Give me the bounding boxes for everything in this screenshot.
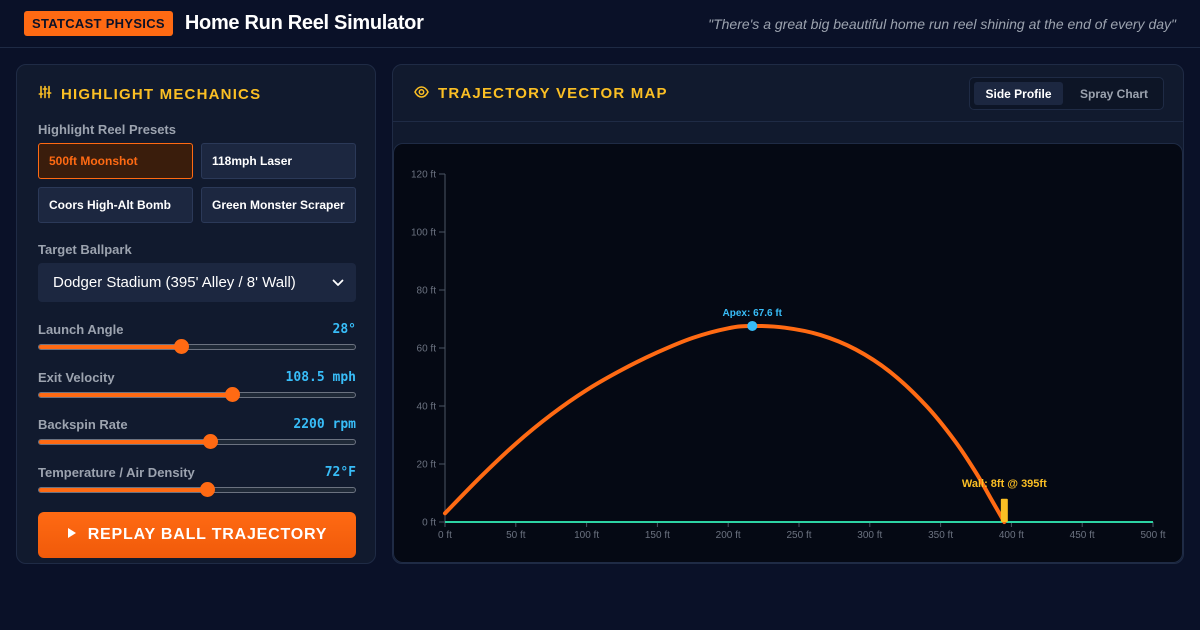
slider-track[interactable] [38,439,356,445]
apex-label: Apex: 67.6 ft [723,308,783,319]
slider-fill [39,488,207,492]
x-tick-label: 150 ft [645,530,670,541]
exit-velocity-slider: Exit Velocity 108.5 mph [38,370,356,410]
controls-panel: HIGHLIGHT MECHANICS Highlight Reel Prese… [16,64,376,564]
exit-velocity-label: Exit Velocity [38,370,115,385]
preset-500ft-moonshot[interactable]: 500ft Moonshot [38,143,193,179]
slider-track[interactable] [38,344,356,350]
launch-angle-value: 28° [332,322,356,337]
play-icon [67,526,77,544]
y-tick-label: 80 ft [417,286,437,297]
launch-angle-label: Launch Angle [38,322,124,337]
y-tick-label: 0 ft [422,518,436,529]
x-tick-label: 400 ft [999,530,1024,541]
x-tick-label: 200 ft [716,530,741,541]
y-tick-label: 100 ft [411,228,436,239]
tab-side-profile[interactable]: Side Profile [974,82,1063,105]
statcast-badge: STATCAST PHYSICS [24,11,173,36]
ballpark-select[interactable]: Dodger Stadium (395' Alley / 8' Wall) [38,263,356,302]
x-tick-label: 450 ft [1070,530,1095,541]
y-tick-label: 120 ft [411,170,436,181]
visualization-title: TRAJECTORY VECTOR MAP [414,85,668,102]
preset-118mph-laser[interactable]: 118mph Laser [201,143,356,179]
x-tick-label: 250 ft [786,530,811,541]
y-tick-label: 20 ft [417,460,437,471]
slider-track[interactable] [38,392,356,398]
outfield-wall [1000,498,1008,522]
slider-thumb[interactable] [224,387,240,402]
view-toggle: Side Profile Spray Chart [969,77,1164,110]
x-tick-label: 350 ft [928,530,953,541]
ballpark-selected-value: Dodger Stadium (395' Alley / 8' Wall) [53,274,296,291]
replay-trajectory-button[interactable]: REPLAY BALL TRAJECTORY [38,512,356,558]
x-tick-label: 100 ft [574,530,599,541]
temperature-slider: Temperature / Air Density 72°F [38,465,356,505]
ballpark-label: Target Ballpark [38,242,132,257]
eye-icon [414,85,438,102]
apex-point [747,320,758,331]
exit-velocity-value: 108.5 mph [285,370,356,385]
y-tick-label: 60 ft [417,344,437,355]
trajectory-chart-svg: 0 ft 20 ft 40 ft 60 ft 80 ft 100 ft 120 ft 0 ft… [411,170,1166,542]
slider-thumb[interactable] [202,434,218,449]
sliders-icon [38,85,61,103]
preset-coors-high-alt-bomb[interactable]: Coors High-Alt Bomb [38,187,193,223]
visualization-header: TRAJECTORY VECTOR MAP Side Profile Spray… [393,65,1183,122]
slider-thumb[interactable] [199,482,215,497]
temperature-label: Temperature / Air Density [38,465,195,480]
app-title: Home Run Reel Simulator [184,12,424,34]
x-tick-label: 50 ft [506,530,526,541]
slider-fill [39,440,210,444]
x-tick-label: 0 ft [438,530,452,541]
slider-track[interactable] [38,487,356,493]
slider-fill [39,345,182,349]
backspin-rate-label: Backspin Rate [38,417,128,432]
x-tick-label: 500 ft [1140,530,1165,541]
backspin-rate-slider: Backspin Rate 2200 rpm [38,417,356,457]
app-header: STATCAST PHYSICS Home Run Reel Simulator… [0,0,1200,48]
slider-thumb[interactable] [174,339,190,354]
backspin-rate-value: 2200 rpm [293,417,356,432]
y-tick-label: 40 ft [417,402,437,413]
slider-fill [39,393,232,397]
visualization-panel: TRAJECTORY VECTOR MAP Side Profile Spray… [392,64,1184,564]
temperature-value: 72°F [324,465,356,480]
chevron-down-icon [332,274,344,291]
presets-label: Highlight Reel Presets [38,122,176,137]
header-quote: "There's a great big beautiful home run … [708,15,1176,32]
launch-angle-slider: Launch Angle 28° [38,322,356,362]
trajectory-path [443,323,1007,524]
wall-label: Wall: 8ft @ 395ft [962,478,1047,490]
preset-green-monster-scraper[interactable]: Green Monster Scraper [201,187,356,223]
x-tick-label: 300 ft [857,530,882,541]
trajectory-chart: 0 ft 20 ft 40 ft 60 ft 80 ft 100 ft 120 ft 0 ft… [393,143,1183,563]
controls-title: HIGHLIGHT MECHANICS [38,85,261,103]
tab-spray-chart[interactable]: Spray Chart [1067,82,1161,105]
